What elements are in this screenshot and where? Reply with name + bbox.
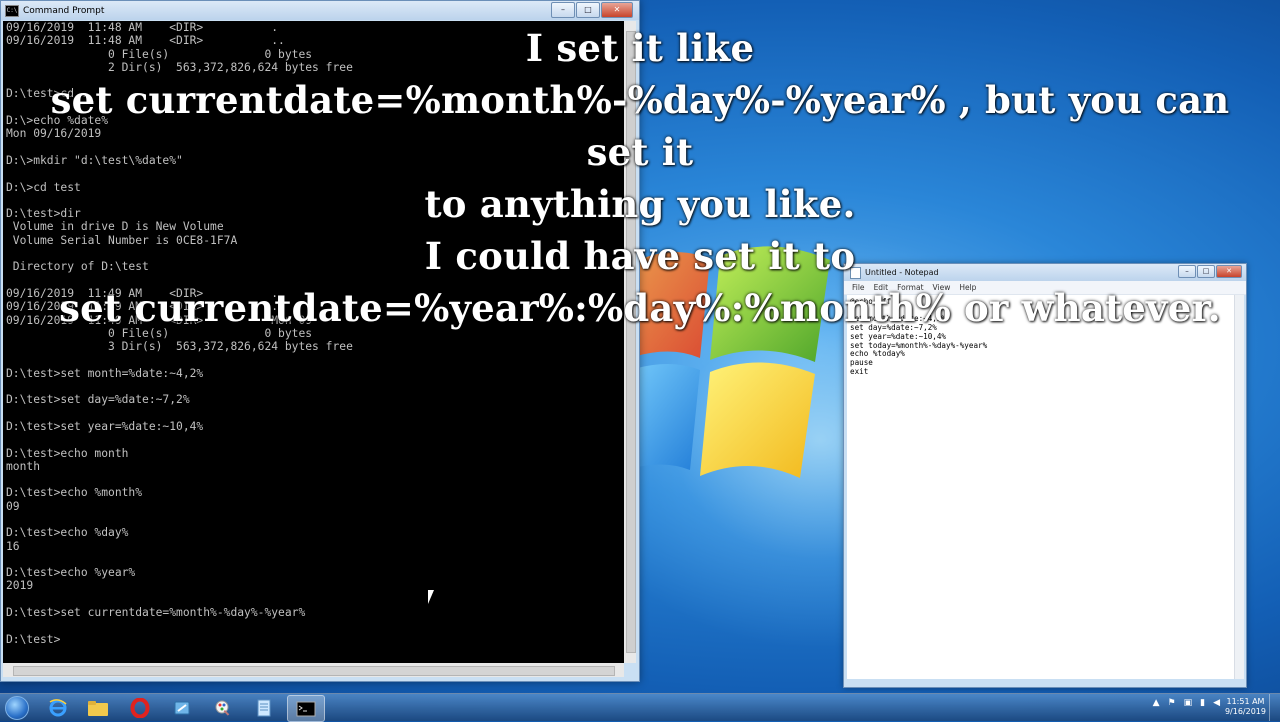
- caption-line: set currentdate=%year%:%day%:%month% or …: [59, 286, 1221, 330]
- clock-time: 11:51 AM: [1226, 697, 1265, 706]
- mouse-pointer-icon: [428, 590, 434, 604]
- clock-date: 9/16/2019: [1224, 707, 1266, 716]
- notepad-editor[interactable]: @echo off set month=%date:~4,2% set day=…: [847, 295, 1234, 679]
- cmd-title: Command Prompt: [23, 5, 105, 16]
- caption-line: I set it like: [525, 26, 755, 70]
- cmd-icon: [296, 701, 316, 716]
- ie-icon: [49, 698, 67, 716]
- tray-monitor-icon[interactable]: ▣: [1184, 698, 1193, 708]
- taskbar-notepad[interactable]: [246, 695, 282, 720]
- cmd-minimize-button[interactable]: –: [551, 2, 575, 18]
- taskbar-clock[interactable]: 11:51 AM 9/16/2019: [1225, 697, 1266, 717]
- paint-icon: [215, 700, 230, 716]
- tray-network-icon[interactable]: ▮: [1200, 698, 1205, 708]
- cmd-title-icon: C:\: [5, 4, 19, 17]
- taskbar-cmd[interactable]: [287, 695, 325, 722]
- taskbar-paint[interactable]: [205, 695, 241, 720]
- explorer-folder-icon: [88, 700, 108, 716]
- windows-start-icon: [5, 695, 29, 720]
- taskbar-ie[interactable]: [40, 695, 76, 720]
- tray-volume-icon[interactable]: ◀: [1213, 698, 1220, 708]
- taskbar: ▲ ⚑ ▣ ▮ ◀ 11:51 AM 9/16/2019: [0, 693, 1280, 722]
- opera-icon: [130, 697, 150, 718]
- cmd-window-controls: – □ ✕: [551, 2, 633, 18]
- caption-line: to anything you like.: [424, 182, 856, 226]
- cmd-close-button[interactable]: ✕: [601, 2, 633, 18]
- caption-line: I could have set it to: [424, 234, 856, 278]
- taskbar-explorer[interactable]: [80, 695, 116, 720]
- show-desktop-button[interactable]: [1269, 694, 1280, 721]
- cmd-maximize-button[interactable]: □: [576, 2, 600, 18]
- caption-overlay: I set it like set currentdate=%month%-%d…: [20, 22, 1260, 334]
- taskbar-opera[interactable]: [122, 695, 158, 720]
- cmd-titlebar[interactable]: C:\ Command Prompt: [1, 1, 639, 20]
- cmd-hscroll-thumb[interactable]: [13, 666, 615, 676]
- start-button[interactable]: [2, 694, 32, 721]
- taskbar-app[interactable]: [164, 695, 200, 720]
- tray-flag-icon[interactable]: ⚑: [1168, 698, 1176, 708]
- caption-line: set currentdate=%month%-%day%-%year% , b…: [50, 78, 1230, 174]
- cmd-horizontal-scrollbar[interactable]: [3, 663, 624, 677]
- notepad-scrollbar[interactable]: [1234, 295, 1244, 679]
- system-tray: ▲ ⚑ ▣ ▮ ◀: [1153, 698, 1220, 708]
- app-icon: [174, 701, 190, 714]
- notepad-icon: [257, 699, 271, 716]
- tray-arrow-icon[interactable]: ▲: [1153, 698, 1160, 708]
